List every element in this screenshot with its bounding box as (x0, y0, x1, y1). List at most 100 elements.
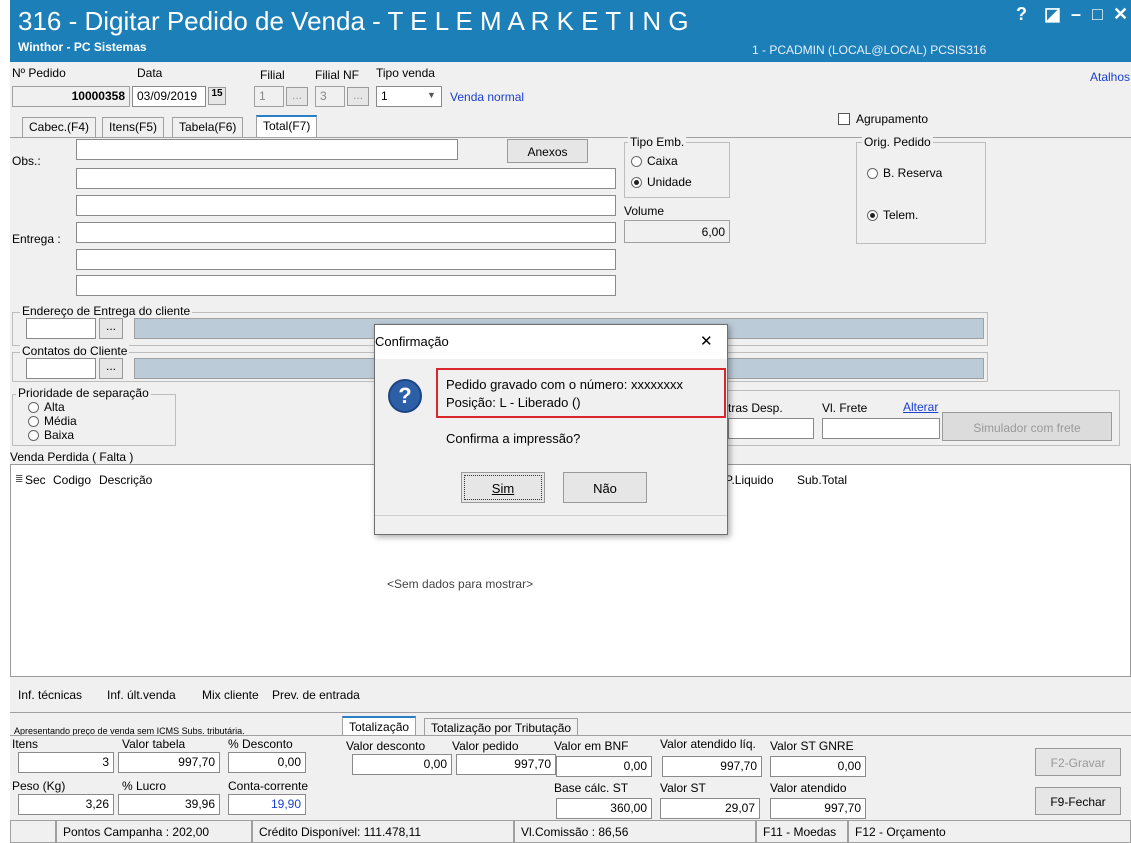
desconto-pct-field[interactable]: 0,00 (228, 752, 306, 773)
endereco-lookup-button[interactable]: ... (99, 318, 123, 339)
tab-totalizacao[interactable]: Totalização (342, 716, 417, 736)
grid-menu-icon[interactable]: ≣ (15, 474, 23, 485)
entrega-label: Entrega : (12, 232, 61, 246)
orig-pedido-group (856, 142, 986, 244)
valor-atendido-liq-label: Valor atendido líq. (660, 737, 756, 751)
status-blank (10, 820, 56, 843)
inf-ult-venda-link[interactable]: Inf. últ.venda (107, 688, 176, 702)
dialog-question: Confirma a impressão? (446, 431, 581, 446)
dialog-titlebar: Confirmação ✕ (375, 325, 727, 359)
inf-tecnicas-link[interactable]: Inf. técnicas (18, 688, 82, 702)
valor-pedido-field: 997,70 (456, 754, 556, 775)
conta-corrente-label: Conta-corrente (228, 779, 309, 793)
tab-itens[interactable]: Itens(F5) (102, 117, 165, 137)
obs-field-1[interactable] (76, 139, 458, 160)
endereco-code-field[interactable] (26, 318, 96, 339)
valor-desconto-field: 0,00 (352, 754, 452, 775)
obs-field-3[interactable] (76, 195, 616, 216)
valor-tabela-field: 997,70 (118, 752, 220, 773)
grid-empty-message: <Sem dados para mostrar> (387, 577, 534, 591)
col-codigo[interactable]: Codigo (53, 473, 91, 487)
caixa-radio[interactable] (631, 156, 642, 167)
col-pliquido[interactable]: P.Liquido (725, 473, 774, 487)
col-descricao[interactable]: Descrição (99, 473, 152, 487)
desconto-pct-label: % Desconto (228, 737, 293, 751)
status-moedas[interactable]: F11 - Moedas (756, 820, 848, 843)
highlight-box (436, 368, 726, 418)
obs-field-2[interactable] (76, 168, 616, 189)
filial-nf-label: Filial NF (315, 68, 359, 82)
alta-label: Alta (44, 400, 65, 414)
itens-field: 3 (18, 752, 114, 773)
filial-nf-lookup-button[interactable]: ... (347, 87, 369, 106)
tipo-venda-label: Tipo venda (376, 66, 435, 80)
sim-button[interactable]: Sim (461, 472, 545, 503)
endereco-title: Endereço de Entrega do cliente (20, 304, 193, 318)
question-icon: ? (388, 379, 422, 413)
restore-icon[interactable]: ◪ (1044, 4, 1061, 25)
vl-frete-field[interactable] (822, 418, 940, 439)
unidade-radio[interactable] (631, 177, 642, 188)
data-field[interactable]: 03/09/2019 (132, 86, 206, 107)
mix-cliente-link[interactable]: Mix cliente (202, 688, 259, 702)
entrega-field-2[interactable] (76, 249, 616, 270)
agrupamento-checkbox[interactable] (838, 113, 850, 125)
window-subtitle: Winthor - PC Sistemas (18, 40, 147, 54)
gravar-button[interactable]: F2-Gravar (1035, 748, 1121, 776)
nao-button[interactable]: Não (563, 472, 647, 503)
filial-nf-field[interactable]: 3 (315, 86, 345, 107)
valor-atendido-liq-field: 997,70 (662, 756, 762, 777)
tab-tabela[interactable]: Tabela(F6) (172, 117, 244, 137)
valor-pedido-label: Valor pedido (452, 739, 519, 753)
contatos-lookup-button[interactable]: ... (99, 358, 123, 379)
dialog-title: Confirmação (375, 334, 449, 349)
orig-pedido-title: Orig. Pedido (862, 135, 933, 149)
minimize-icon[interactable]: – (1071, 4, 1081, 25)
volume-label: Volume (624, 204, 665, 218)
venda-perdida-title: Venda Perdida ( Falta ) (10, 450, 134, 464)
valor-st-gnre-field: 0,00 (770, 756, 866, 777)
media-radio[interactable] (28, 416, 39, 427)
alta-radio[interactable] (28, 402, 39, 413)
status-comissao: Vl.Comissão : 86,56 (514, 820, 756, 843)
col-sec[interactable]: Sec (25, 473, 46, 487)
tipo-emb-group (624, 142, 730, 198)
prev-entrada-link[interactable]: Prev. de entrada (272, 688, 360, 702)
tab-tributacao[interactable]: Totalização por Tributação (424, 718, 579, 736)
baixa-radio[interactable] (28, 430, 39, 441)
maximize-icon[interactable]: □ (1092, 4, 1103, 25)
valor-bnf-field: 0,00 (556, 756, 652, 777)
tab-cabec[interactable]: Cabec.(F4) (22, 117, 97, 137)
pedido-field: 10000358 (12, 86, 130, 107)
contatos-code-field[interactable] (26, 358, 96, 379)
tab-total[interactable]: Total(F7) (256, 115, 318, 137)
telem-radio[interactable] (867, 210, 878, 221)
alterar-link[interactable]: Alterar (903, 400, 938, 414)
reserva-radio[interactable] (867, 168, 878, 179)
fechar-button[interactable]: F9-Fechar (1035, 787, 1121, 815)
entrega-field-1[interactable] (76, 222, 616, 243)
anexos-button[interactable]: Anexos (507, 139, 588, 163)
base-st-field: 360,00 (556, 798, 652, 819)
tipo-emb-title: Tipo Emb. (628, 135, 687, 149)
outras-desp-field[interactable] (728, 418, 814, 439)
valor-desconto-label: Valor desconto (346, 739, 426, 753)
filial-lookup-button[interactable]: ... (286, 87, 308, 106)
dialog-footer-divider (375, 515, 727, 516)
simulador-button[interactable]: Simulador com frete (942, 412, 1112, 441)
status-orcamento[interactable]: F12 - Orçamento (848, 820, 1131, 843)
chevron-down-icon[interactable]: ▼ (427, 90, 436, 100)
entrega-field-3[interactable] (76, 275, 616, 296)
tab-divider (10, 137, 1131, 138)
valor-st-field: 29,07 (660, 798, 760, 819)
calendar-icon[interactable]: 15 (208, 87, 226, 105)
col-subtotal[interactable]: Sub.Total (797, 473, 847, 487)
window-title: 316 - Digitar Pedido de Venda - T E L E … (18, 6, 689, 36)
atalhos-link[interactable]: Atalhos (1090, 70, 1130, 84)
dialog-close-icon[interactable]: ✕ (700, 332, 713, 350)
help-icon[interactable]: ? (1016, 4, 1027, 25)
valor-atendido-label: Valor atendido (770, 781, 847, 795)
contatos-title: Contatos do Cliente (20, 344, 130, 358)
close-icon[interactable]: ✕ (1113, 4, 1128, 25)
filial-field[interactable]: 1 (254, 86, 284, 107)
